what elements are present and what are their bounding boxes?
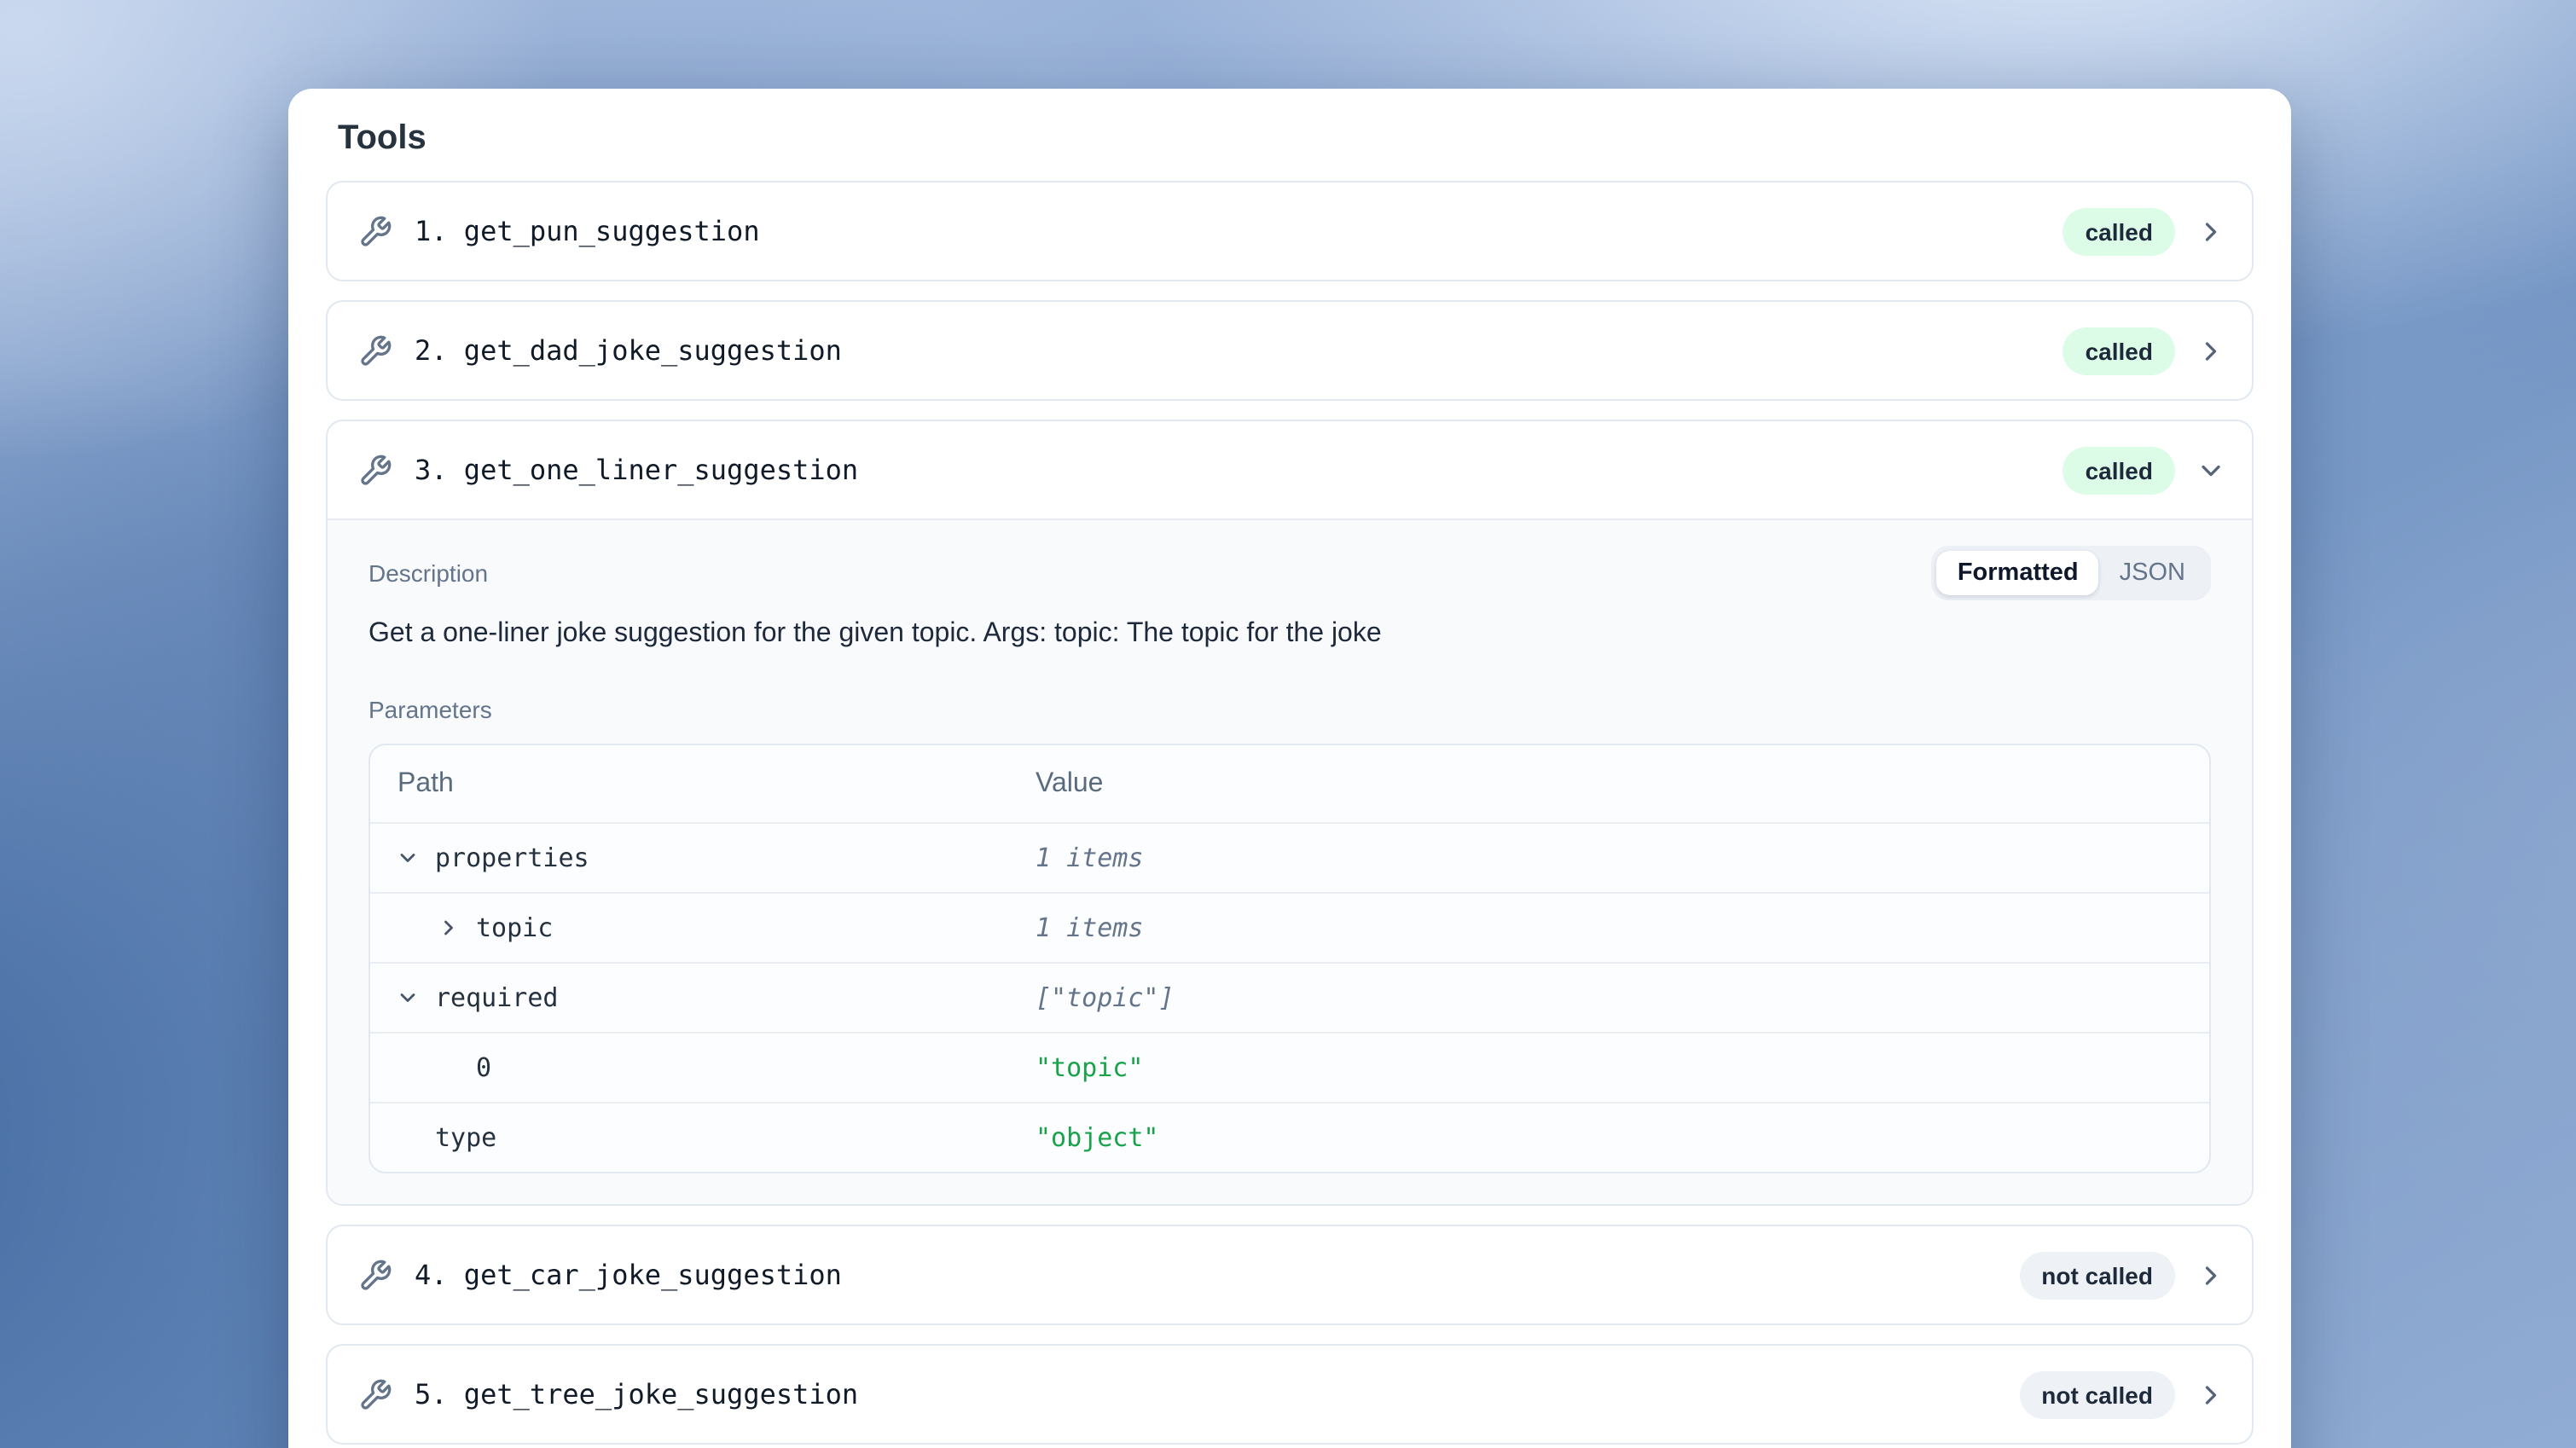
table-row-required-0: 0 "topic"	[370, 1032, 2209, 1102]
param-path: 0	[476, 1052, 491, 1083]
column-header-value: Value	[1036, 768, 2209, 799]
column-header-path: Path	[370, 768, 1036, 799]
parameters-table: Path Value properties 1 items	[368, 744, 2211, 1173]
tool-name: 1. get_pun_suggestion	[415, 215, 760, 247]
param-value: 1 items	[1036, 843, 1143, 873]
chevron-right-icon[interactable]	[435, 916, 462, 940]
param-value: "object"	[1036, 1122, 1159, 1153]
tool-row-5-header[interactable]: 5. get_tree_joke_suggestion not called	[328, 1346, 2252, 1443]
param-path: required	[435, 982, 559, 1013]
tool-row-5: 5. get_tree_joke_suggestion not called	[326, 1344, 2254, 1445]
chevron-down-icon[interactable]	[2196, 455, 2226, 485]
parameters-label: Parameters	[368, 696, 2211, 723]
table-row-type: type "object"	[370, 1102, 2209, 1172]
param-value: "topic"	[1036, 1052, 1143, 1083]
tool-name: 5. get_tree_joke_suggestion	[415, 1378, 858, 1410]
wrench-icon	[358, 1258, 392, 1292]
tool-list: 1. get_pun_suggestion called 2. get_dad_…	[326, 181, 2254, 1445]
tool-row-1: 1. get_pun_suggestion called	[326, 181, 2254, 281]
chevron-right-icon[interactable]	[2196, 216, 2226, 246]
wrench-icon	[358, 333, 392, 368]
status-badge: not called	[2019, 1251, 2175, 1299]
description-label: Description	[368, 559, 488, 587]
table-row-properties[interactable]: properties 1 items	[370, 822, 2209, 892]
tool-row-4: 4. get_car_joke_suggestion not called	[326, 1225, 2254, 1325]
toggle-option-formatted[interactable]: Formatted	[1937, 551, 2099, 595]
status-badge: called	[2063, 327, 2175, 374]
chevron-down-icon[interactable]	[394, 986, 421, 1010]
table-row-required[interactable]: required ["topic"]	[370, 962, 2209, 1032]
wrench-icon	[358, 214, 392, 248]
chevron-right-icon[interactable]	[2196, 1260, 2226, 1290]
tool-row-3-header[interactable]: 3. get_one_liner_suggestion called	[328, 421, 2252, 518]
tool-name: 3. get_one_liner_suggestion	[415, 454, 858, 486]
tool-name: 4. get_car_joke_suggestion	[415, 1259, 842, 1291]
wrench-icon	[358, 453, 392, 487]
table-row-topic[interactable]: topic 1 items	[370, 892, 2209, 962]
param-path: properties	[435, 843, 589, 873]
chevron-down-icon[interactable]	[394, 846, 421, 870]
tool-row-3: 3. get_one_liner_suggestion called Descr…	[326, 420, 2254, 1206]
param-value: 1 items	[1036, 912, 1143, 943]
view-mode-toggle: Formatted JSON	[1932, 546, 2211, 600]
chevron-right-icon[interactable]	[2196, 1379, 2226, 1410]
wrench-icon	[358, 1377, 392, 1411]
description-text: Get a one-liner joke suggestion for the …	[368, 619, 2211, 650]
status-badge: called	[2063, 446, 2175, 494]
page-background: Tools 1. get_pun_suggestion called	[0, 0, 2576, 1448]
tool-row-1-header[interactable]: 1. get_pun_suggestion called	[328, 182, 2252, 280]
table-header-row: Path Value	[370, 745, 2209, 822]
tool-detail-panel: Description Formatted JSON Get a one-lin…	[328, 518, 2252, 1204]
tool-row-2: 2. get_dad_joke_suggestion called	[326, 300, 2254, 401]
param-path: type	[435, 1122, 496, 1153]
toggle-option-json[interactable]: JSON	[2099, 551, 2206, 595]
tool-name: 2. get_dad_joke_suggestion	[415, 334, 842, 367]
status-badge: not called	[2019, 1370, 2175, 1418]
chevron-right-icon[interactable]	[2196, 335, 2226, 366]
status-badge: called	[2063, 207, 2175, 255]
tools-card: Tools 1. get_pun_suggestion called	[288, 89, 2291, 1448]
tool-row-4-header[interactable]: 4. get_car_joke_suggestion not called	[328, 1226, 2252, 1323]
param-value: ["topic"]	[1036, 982, 1175, 1013]
page-title: Tools	[338, 119, 2242, 159]
tool-row-2-header[interactable]: 2. get_dad_joke_suggestion called	[328, 302, 2252, 399]
param-path: topic	[476, 912, 553, 943]
